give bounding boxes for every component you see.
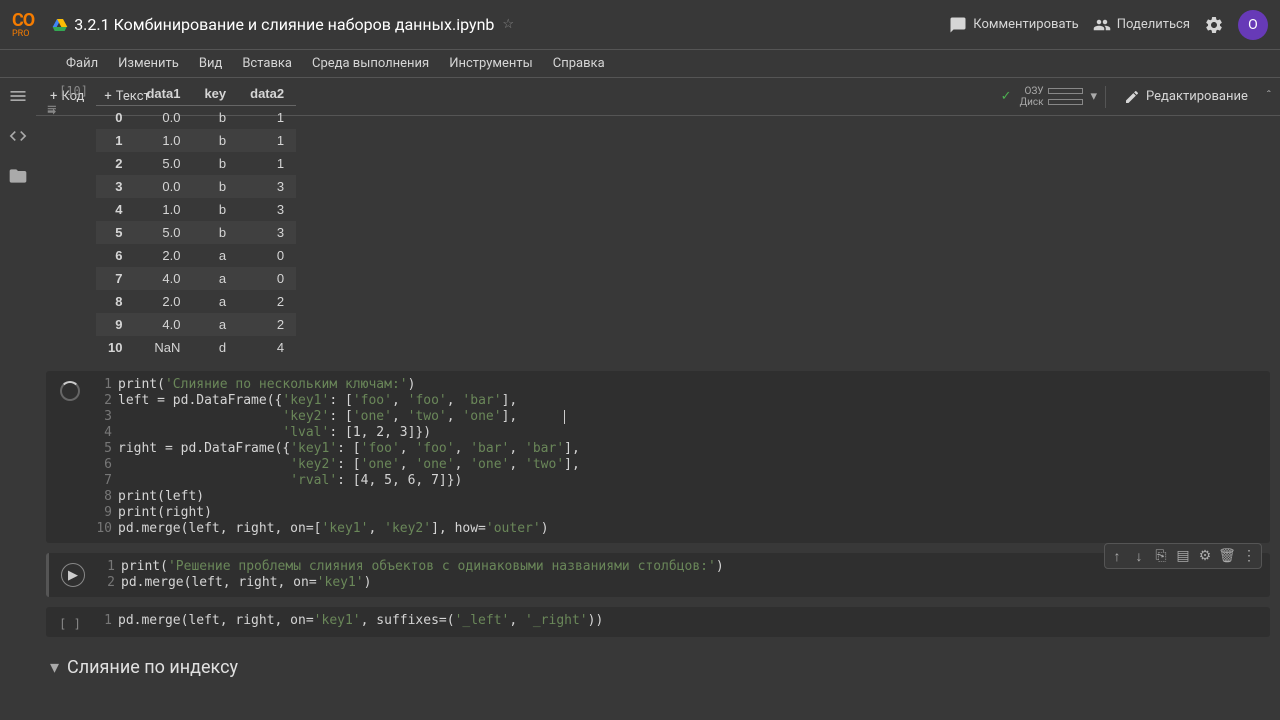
share-button[interactable]: Поделиться xyxy=(1093,16,1190,34)
menu-view[interactable]: Вид xyxy=(191,52,230,75)
avatar[interactable]: O xyxy=(1238,10,1268,40)
table-row: 00.0b1 xyxy=(96,106,296,130)
notebook-title[interactable]: 3.2.1 Комбинирование и слияние наборов д… xyxy=(74,15,494,34)
more-icon[interactable]: ⋮ xyxy=(1239,546,1259,566)
dataframe-table: data1keydata200.0b111.0b125.0b130.0b341.… xyxy=(96,82,296,359)
table-row: 30.0b3 xyxy=(96,175,296,198)
table-row: 11.0b1 xyxy=(96,129,296,152)
code-editor[interactable]: 1print('Слияние по нескольким ключам:') … xyxy=(94,377,1270,537)
clear-output-icon[interactable] xyxy=(46,104,88,118)
code-editor[interactable]: 1print('Решение проблемы слияния объекто… xyxy=(97,559,1270,591)
output-cell: [10] data1keydata200.0b111.0b125.0b130.0… xyxy=(46,82,1270,359)
notebook-area: [10] data1keydata200.0b111.0b125.0b130.0… xyxy=(36,78,1280,720)
table-row: 74.0a0 xyxy=(96,267,296,290)
code-cell-2[interactable]: ↑ ↓ ⎘ ▤ ⚙ 🗑 ⋮ ▶ 1print('Решение проблемы… xyxy=(46,553,1270,597)
link-icon[interactable]: ⎘ xyxy=(1151,546,1171,566)
table-header xyxy=(96,82,134,106)
code-cell-3[interactable]: [ ] 1pd.merge(left, right, on='key1', su… xyxy=(46,607,1270,637)
cell-settings-icon[interactable]: ⚙ xyxy=(1195,546,1215,566)
menu-edit[interactable]: Изменить xyxy=(110,52,187,75)
menu-file[interactable]: Файл xyxy=(58,52,106,75)
running-spinner-icon[interactable] xyxy=(60,381,80,401)
comment-cell-icon[interactable]: ▤ xyxy=(1173,546,1193,566)
menu-bar: Файл Изменить Вид Вставка Среда выполнен… xyxy=(0,50,1280,78)
table-row: 55.0b3 xyxy=(96,221,296,244)
move-up-icon[interactable]: ↑ xyxy=(1107,546,1127,566)
table-row: 25.0b1 xyxy=(96,152,296,175)
sidebar xyxy=(0,78,36,720)
collapse-section-icon[interactable]: ▾ xyxy=(50,657,59,678)
table-row: 94.0a2 xyxy=(96,313,296,336)
cell-prompt: [ ] xyxy=(59,617,81,631)
menu-tools[interactable]: Инструменты xyxy=(441,52,541,75)
output-prompt: [10] xyxy=(46,84,88,98)
logo: CO PRO xyxy=(12,10,34,39)
table-header: key xyxy=(192,82,238,106)
move-down-icon[interactable]: ↓ xyxy=(1129,546,1149,566)
comment-button[interactable]: Комментировать xyxy=(949,16,1078,34)
table-row: 82.0a2 xyxy=(96,290,296,313)
code-cell-1[interactable]: 1print('Слияние по нескольким ключам:') … xyxy=(46,371,1270,543)
delete-cell-icon[interactable]: 🗑 xyxy=(1217,546,1237,566)
menu-insert[interactable]: Вставка xyxy=(234,52,300,75)
table-header: data1 xyxy=(134,82,192,106)
header-bar: CO PRO 3.2.1 Комбинирование и слияние на… xyxy=(0,0,1280,50)
table-row: 10NaNd4 xyxy=(96,336,296,359)
code-snippets-icon[interactable] xyxy=(8,126,28,146)
section-header[interactable]: ▾ Слияние по индексу xyxy=(46,647,1270,688)
files-icon[interactable] xyxy=(8,166,28,186)
menu-help[interactable]: Справка xyxy=(545,52,613,75)
menu-runtime[interactable]: Среда выполнения xyxy=(304,52,437,75)
cell-toolbar: ↑ ↓ ⎘ ▤ ⚙ 🗑 ⋮ xyxy=(1104,543,1262,569)
code-editor[interactable]: 1pd.merge(left, right, on='key1', suffix… xyxy=(94,613,1270,631)
toc-icon[interactable] xyxy=(8,86,28,106)
star-icon[interactable]: ☆ xyxy=(502,17,514,32)
table-row: 62.0a0 xyxy=(96,244,296,267)
drive-icon xyxy=(52,17,68,33)
settings-icon[interactable] xyxy=(1204,15,1224,35)
table-row: 41.0b3 xyxy=(96,198,296,221)
run-button[interactable]: ▶ xyxy=(61,563,85,587)
table-header: data2 xyxy=(238,82,296,106)
